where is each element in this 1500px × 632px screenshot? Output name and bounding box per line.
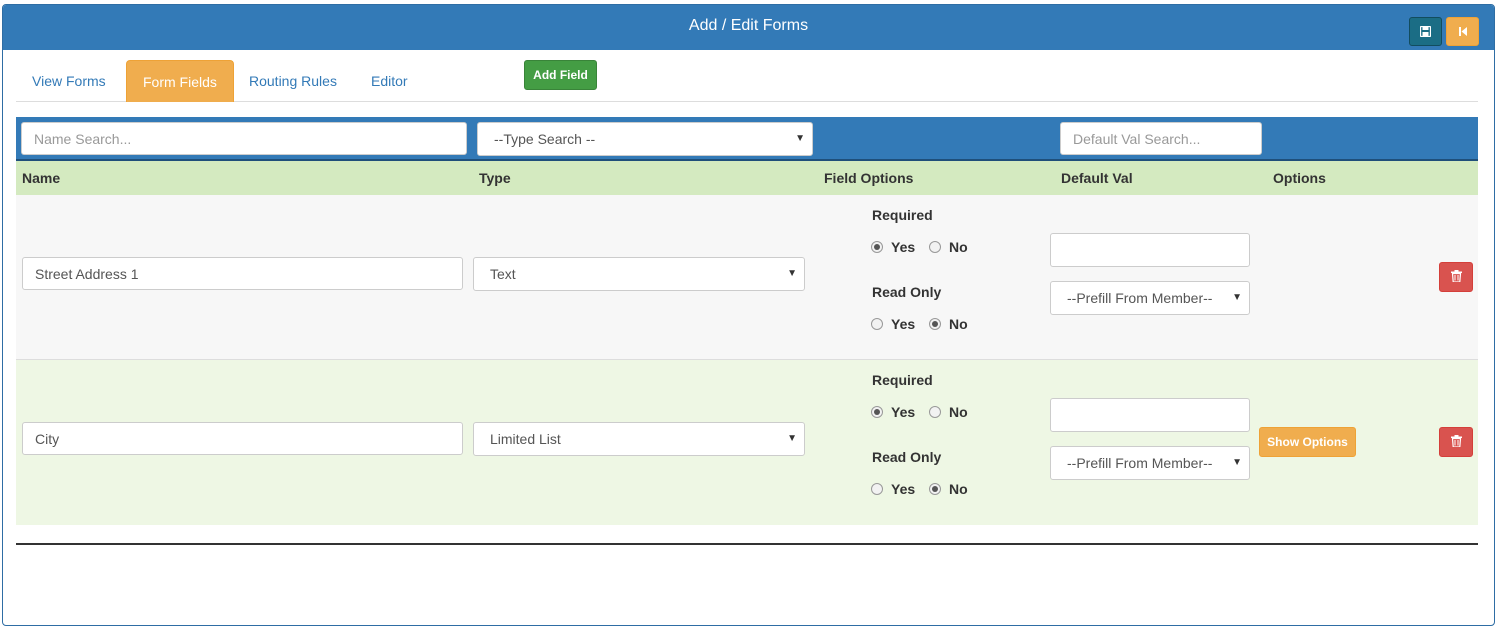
prefill-value: --Prefill From Member-- xyxy=(1067,455,1213,471)
chevron-down-icon: ▼ xyxy=(795,133,805,144)
column-header-type: Type xyxy=(479,170,511,186)
tab-view-forms[interactable]: View Forms xyxy=(16,60,122,102)
delete-button[interactable] xyxy=(1439,427,1473,457)
read-only-no-radio[interactable] xyxy=(929,483,941,495)
table-header: Name Type Field Options Default Val Opti… xyxy=(16,161,1478,195)
field-type-value: Limited List xyxy=(490,431,561,447)
field-name-input[interactable] xyxy=(22,422,463,455)
step-backward-icon xyxy=(1458,24,1468,40)
save-icon xyxy=(1419,24,1432,40)
read-only-yes-radio[interactable] xyxy=(871,483,883,495)
type-search-value: --Type Search -- xyxy=(494,131,596,147)
required-no-radio[interactable] xyxy=(929,406,941,418)
read-only-yes-label: Yes xyxy=(891,481,916,497)
type-search-select[interactable]: --Type Search -- ▼ xyxy=(477,122,813,156)
field-type-select[interactable]: Limited List ▼ xyxy=(473,422,805,456)
column-header-default-val: Default Val xyxy=(1061,170,1133,186)
show-options-button[interactable]: Show Options xyxy=(1259,427,1356,457)
back-button[interactable] xyxy=(1446,17,1479,46)
delete-button[interactable] xyxy=(1439,262,1473,292)
required-label: Required xyxy=(872,207,933,223)
prefill-select[interactable]: --Prefill From Member-- ▼ xyxy=(1050,281,1250,315)
trash-icon xyxy=(1450,269,1462,285)
search-bar: --Type Search -- ▼ xyxy=(16,117,1478,161)
field-type-value: Text xyxy=(490,266,516,282)
table-row: Limited List ▼ Required Yes No Read Only… xyxy=(16,360,1478,525)
tab-routing-rules[interactable]: Routing Rules xyxy=(233,60,353,102)
chevron-down-icon: ▼ xyxy=(1232,292,1242,303)
chevron-down-icon: ▼ xyxy=(787,433,797,444)
read-only-no-radio[interactable] xyxy=(929,318,941,330)
page-title: Add / Edit Forms xyxy=(688,17,809,34)
default-val-input[interactable] xyxy=(1050,398,1250,432)
read-only-yes-label: Yes xyxy=(891,316,916,332)
column-header-name: Name xyxy=(22,170,61,186)
read-only-label: Read Only xyxy=(872,449,942,465)
default-val-input[interactable] xyxy=(1050,233,1250,267)
required-no-label: No xyxy=(949,239,968,255)
required-yes-label: Yes xyxy=(891,239,916,255)
table-bottom-divider xyxy=(16,543,1478,545)
read-only-no-label: No xyxy=(949,481,968,497)
prefill-select[interactable]: --Prefill From Member-- ▼ xyxy=(1050,446,1250,480)
panel-header: Add / Edit Forms xyxy=(3,5,1494,50)
name-search-input[interactable] xyxy=(21,122,467,155)
tab-bar: View Forms Form Fields Routing Rules Edi… xyxy=(16,60,1478,102)
prefill-value: --Prefill From Member-- xyxy=(1067,290,1213,306)
required-yes-radio[interactable] xyxy=(871,406,883,418)
required-label: Required xyxy=(872,372,933,388)
table-row: Text ▼ Required Yes No Read Only Yes No … xyxy=(16,195,1478,360)
read-only-yes-radio[interactable] xyxy=(871,318,883,330)
trash-icon xyxy=(1450,434,1462,450)
tab-editor[interactable]: Editor xyxy=(355,60,424,102)
required-no-radio[interactable] xyxy=(929,241,941,253)
save-button[interactable] xyxy=(1409,17,1442,46)
field-name-input[interactable] xyxy=(22,257,463,290)
column-header-options: Options xyxy=(1273,170,1326,186)
chevron-down-icon: ▼ xyxy=(787,268,797,279)
tab-form-fields[interactable]: Form Fields xyxy=(126,60,234,102)
column-header-field-options: Field Options xyxy=(824,170,914,186)
field-type-select[interactable]: Text ▼ xyxy=(473,257,805,291)
default-val-search-input[interactable] xyxy=(1060,122,1262,155)
chevron-down-icon: ▼ xyxy=(1232,457,1242,468)
required-no-label: No xyxy=(949,404,968,420)
required-yes-label: Yes xyxy=(891,404,916,420)
required-yes-radio[interactable] xyxy=(871,241,883,253)
read-only-label: Read Only xyxy=(872,284,942,300)
read-only-no-label: No xyxy=(949,316,968,332)
add-field-button[interactable]: Add Field xyxy=(524,60,597,90)
